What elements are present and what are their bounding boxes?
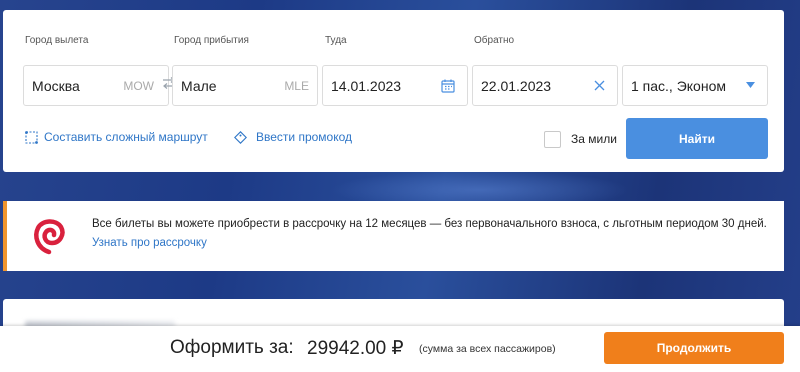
depart-date-value: 14.01.2023 (331, 78, 402, 94)
depart-date-input[interactable]: 14.01.2023 (322, 65, 468, 106)
checkout-bar: Оформить за: 29942.00 ₽ (сумма за всех п… (0, 326, 800, 372)
return-date-input[interactable]: 22.01.2023 (472, 65, 618, 106)
calendar-icon[interactable] (441, 79, 455, 93)
destination-code: MLE (284, 79, 309, 93)
destination-input[interactable]: Мале MLE (172, 65, 318, 106)
installment-text: Все билеты вы можете приобрести в рассро… (92, 218, 767, 230)
caret-down-icon (746, 82, 755, 88)
passengers-value: 1 пас., Эконом (631, 78, 726, 94)
installment-logo-icon (34, 219, 65, 255)
find-button[interactable]: Найти (626, 118, 768, 159)
origin-value: Москва (32, 78, 80, 94)
promo-code-link[interactable]: Ввести промокод (234, 130, 352, 144)
installment-link[interactable]: Узнать про рассрочку (92, 237, 207, 249)
destination-value: Мале (181, 78, 217, 94)
return-date-value: 22.01.2023 (481, 78, 552, 94)
origin-input[interactable]: Москва MOW (23, 65, 169, 106)
complex-route-link[interactable]: Составить сложный маршрут (25, 130, 208, 144)
checkout-label: Оформить за: (170, 337, 294, 358)
continue-button[interactable]: Продолжить (604, 332, 784, 364)
miles-checkbox[interactable] (544, 131, 561, 148)
miles-label: За мили (571, 132, 617, 146)
complex-route-label: Составить сложный маршрут (44, 130, 208, 144)
destination-label: Город прибытия (174, 35, 249, 46)
clear-icon[interactable] (594, 80, 605, 91)
origin-label: Город вылета (25, 35, 89, 46)
passengers-select[interactable]: 1 пас., Эконом (622, 65, 768, 106)
promo-code-label: Ввести промокод (256, 130, 353, 144)
depart-label: Туда (325, 35, 347, 46)
checkout-note: (сумма за всех пассажиров) (419, 343, 556, 355)
flight-search-form: Город вылета Город прибытия Туда Обратно… (3, 10, 784, 172)
return-label: Обратно (474, 35, 515, 46)
origin-code: MOW (123, 79, 154, 93)
route-icon (25, 130, 38, 144)
promo-icon (234, 130, 247, 144)
installment-message: Все билеты вы можете приобрести в рассро… (92, 215, 772, 253)
installment-banner: Все билеты вы можете приобрести в рассро… (3, 201, 784, 271)
checkout-amount: 29942.00 ₽ (307, 338, 404, 359)
